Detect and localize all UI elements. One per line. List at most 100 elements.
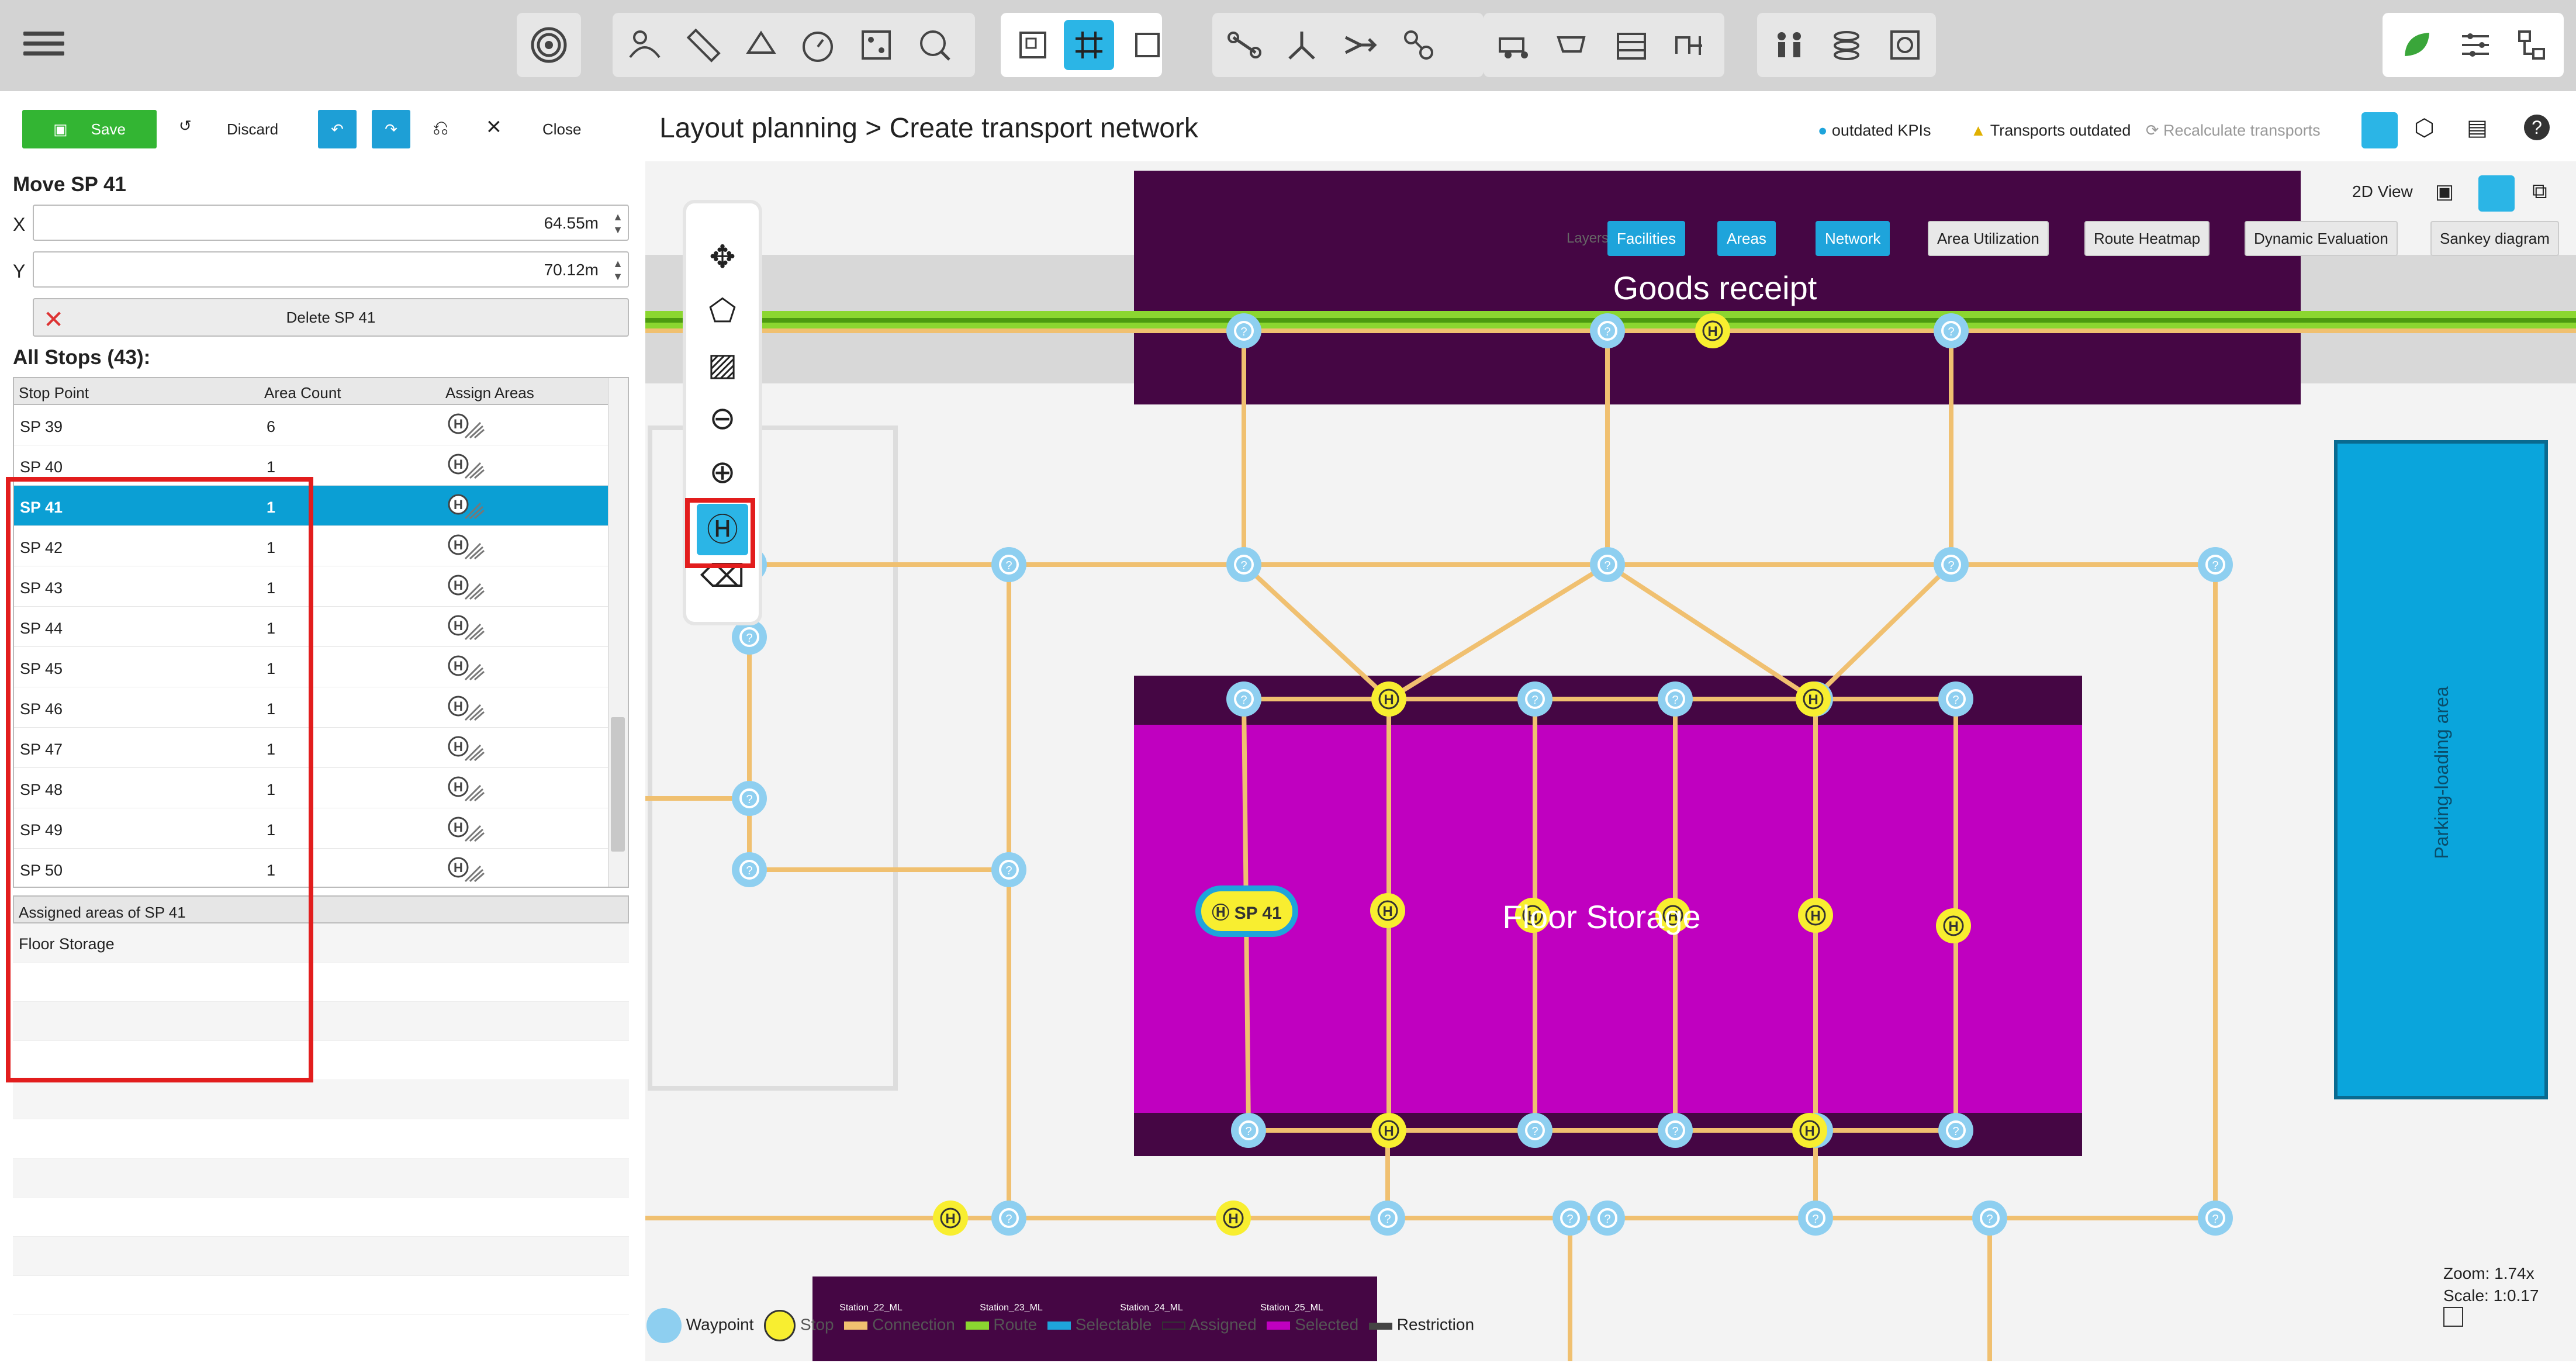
waypoint[interactable]: ? xyxy=(1590,1201,1625,1236)
waypoint[interactable]: ? xyxy=(991,852,1026,887)
x-stepper[interactable]: ▲ ▼ xyxy=(613,210,623,236)
assign-areas-icon[interactable]: H xyxy=(445,613,486,642)
help-icon[interactable]: ? xyxy=(2524,115,2550,140)
area-tool-icon[interactable] xyxy=(1008,20,1058,70)
waypoint[interactable]: ? xyxy=(1938,1113,1973,1148)
scrollbar-thumb[interactable] xyxy=(611,717,625,852)
waypoint[interactable]: ? xyxy=(1226,313,1261,348)
waypoint[interactable]: ? xyxy=(732,781,767,816)
timer-icon[interactable] xyxy=(793,20,843,70)
y-stepper[interactable]: ▲ ▼ xyxy=(613,257,623,283)
assign-areas-icon[interactable]: H xyxy=(445,814,486,843)
ruler-icon[interactable] xyxy=(678,20,728,70)
discard-icon[interactable]: ↺ xyxy=(179,117,192,135)
layout-canvas[interactable]: ??????????????????????????????HHHHHHHHHH… xyxy=(645,161,2576,1361)
discard-button[interactable]: Discard xyxy=(227,120,278,139)
assign-areas-icon[interactable]: H xyxy=(445,653,486,682)
merge-arrow-icon[interactable] xyxy=(1335,20,1385,70)
waypoint[interactable]: ? xyxy=(1798,1201,1833,1236)
layer-areas[interactable]: Areas xyxy=(1717,221,1776,256)
people-sync-icon[interactable] xyxy=(620,20,670,70)
assign-areas-icon[interactable]: H xyxy=(445,411,486,440)
layer-area-utilization[interactable]: Area Utilization xyxy=(1928,221,2049,256)
search-clock-icon[interactable] xyxy=(910,20,960,70)
save-view-icon[interactable]: ▣ xyxy=(2435,180,2454,203)
gauge-icon[interactable] xyxy=(1880,20,1930,70)
truck-icon[interactable] xyxy=(1491,20,1541,70)
node-edit-icon[interactable] xyxy=(1122,20,1173,70)
2d-toggle-icon[interactable] xyxy=(2361,112,2398,148)
waypoint[interactable]: ? xyxy=(1517,681,1552,717)
coins-icon[interactable] xyxy=(1821,20,1872,70)
col-stop-point[interactable]: Stop Point xyxy=(19,384,89,402)
close-icon[interactable]: × xyxy=(486,112,502,141)
stop[interactable]: H xyxy=(1695,313,1730,348)
move-icon[interactable]: ✥ xyxy=(697,238,748,290)
stop[interactable]: H xyxy=(1371,1113,1406,1148)
waypoint-remove-icon[interactable]: ⊖ xyxy=(697,400,748,451)
stop-add-icon[interactable]: ⊕ xyxy=(697,454,748,505)
table-row[interactable]: SP 39 6 H xyxy=(14,405,628,445)
waypoint[interactable]: ? xyxy=(1938,681,1973,717)
people-icon[interactable] xyxy=(1764,20,1814,70)
waypoint[interactable]: ? xyxy=(1934,547,1969,582)
waypoint[interactable]: ? xyxy=(732,620,767,655)
network-grid-icon[interactable] xyxy=(1064,20,1114,70)
waypoint[interactable]: ? xyxy=(1972,1201,2007,1236)
waypoint[interactable]: ? xyxy=(1226,547,1261,582)
cart-icon[interactable] xyxy=(1548,20,1598,70)
close-button[interactable]: Close xyxy=(542,120,581,139)
sliders-icon[interactable] xyxy=(2450,20,2501,70)
stop[interactable]: H xyxy=(1936,908,1971,943)
waypoint[interactable]: ? xyxy=(1226,681,1261,717)
waypoint[interactable]: ? xyxy=(1590,313,1625,348)
assign-areas-icon[interactable]: H xyxy=(445,492,486,521)
hierarchy-icon[interactable] xyxy=(2506,20,2557,70)
delete-button[interactable]: ✕ Delete SP 41 xyxy=(33,298,629,337)
waypoint[interactable]: ? xyxy=(1552,1201,1588,1236)
radar-icon[interactable] xyxy=(524,20,574,70)
hamburger-menu-icon[interactable] xyxy=(23,26,64,61)
waypoint[interactable]: ? xyxy=(1370,1201,1405,1236)
waypoint[interactable]: ? xyxy=(991,1201,1026,1236)
layer-facilities[interactable]: Facilities xyxy=(1607,221,1686,256)
selected-stop-sp41[interactable]: Ⓗ SP 41 xyxy=(1195,885,1298,937)
shelf-icon[interactable] xyxy=(1606,20,1657,70)
undo-button[interactable]: ↶ xyxy=(318,110,357,148)
polygon-icon[interactable]: ⬠ xyxy=(697,292,748,344)
stop[interactable]: H xyxy=(1370,893,1405,928)
waypoint[interactable]: ? xyxy=(1658,681,1693,717)
stop[interactable]: H xyxy=(1792,1113,1827,1148)
stop[interactable]: H xyxy=(1371,681,1406,717)
waypoint[interactable]: ? xyxy=(991,547,1026,582)
stop[interactable]: H xyxy=(1796,681,1831,717)
leaf-icon[interactable] xyxy=(2392,20,2442,70)
assign-areas-icon[interactable]: H xyxy=(445,451,486,480)
assign-areas-icon[interactable]: H xyxy=(445,774,486,803)
network-svg[interactable]: ??????????????????????????????HHHHHHHHHH… xyxy=(645,161,2576,1361)
waypoint[interactable]: ? xyxy=(1590,547,1625,582)
waypoint[interactable]: ? xyxy=(1658,1113,1693,1148)
cube-icon[interactable]: ⬡ xyxy=(2414,115,2435,141)
branch-icon[interactable] xyxy=(1277,20,1327,70)
popout-icon[interactable]: ⧉ xyxy=(2532,179,2547,204)
save-button[interactable]: ▣ Save xyxy=(22,110,157,148)
path-icon[interactable]: ⎌ xyxy=(433,117,448,140)
waypoint[interactable]: ? xyxy=(1934,313,1969,348)
assign-areas-icon[interactable]: H xyxy=(445,532,486,561)
assign-areas-icon[interactable]: H xyxy=(445,855,486,884)
waypoint[interactable]: ? xyxy=(732,852,767,887)
stop[interactable]: H xyxy=(933,1201,968,1236)
stop[interactable]: H xyxy=(1798,898,1833,933)
waypoint[interactable]: ? xyxy=(2198,547,2233,582)
waypoint[interactable]: ? xyxy=(2198,1201,2233,1236)
layer-network[interactable]: Network xyxy=(1816,221,1890,256)
col-assign-areas[interactable]: Assign Areas xyxy=(445,384,534,402)
chart-icon[interactable]: ▤ xyxy=(2467,115,2488,141)
table-scrollbar[interactable] xyxy=(608,378,628,887)
forklift-icon[interactable] xyxy=(1665,20,1715,70)
chain-icon[interactable] xyxy=(1394,20,1444,70)
assign-areas-icon[interactable]: H xyxy=(445,572,486,601)
redo-button[interactable]: ↷ xyxy=(372,110,410,148)
matrix-icon[interactable] xyxy=(851,20,901,70)
